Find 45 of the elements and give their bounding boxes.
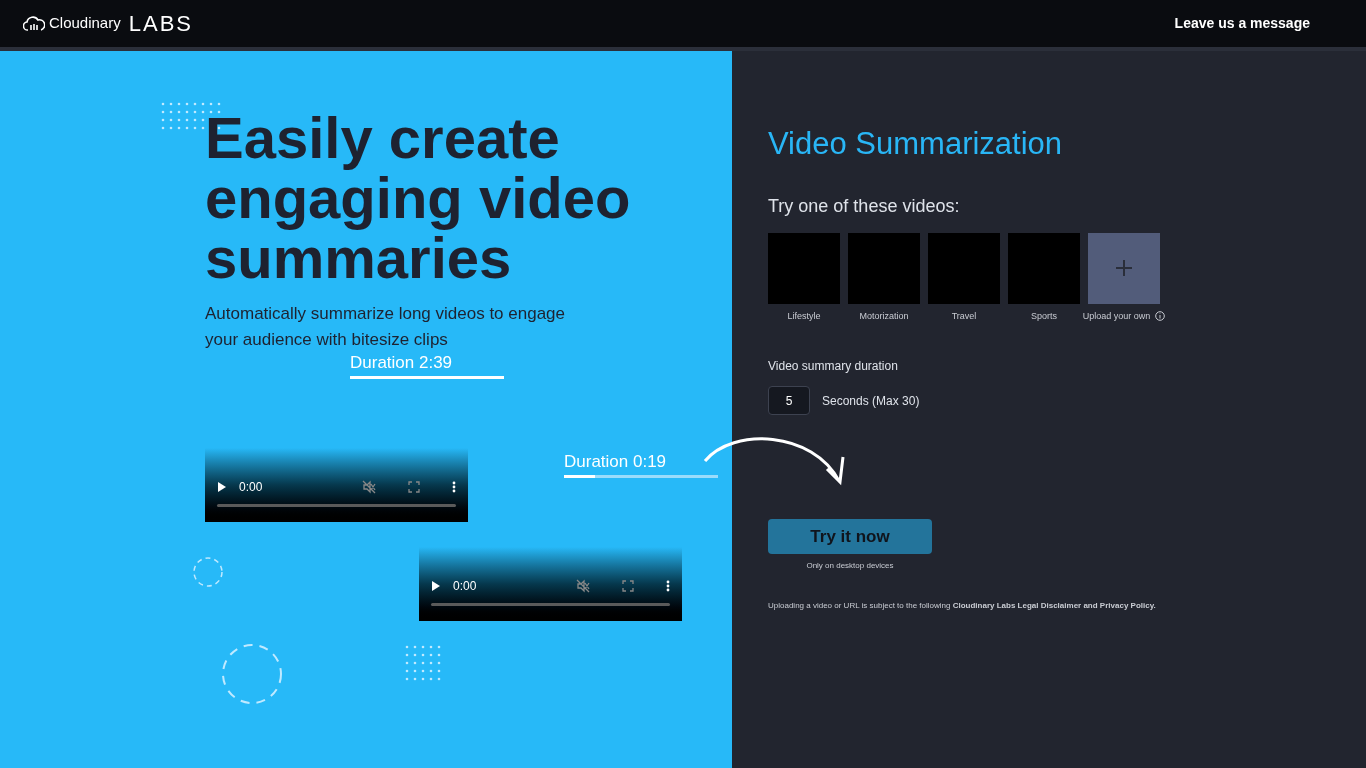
- try-now-button[interactable]: Try it now: [768, 519, 932, 554]
- fullscreen-icon[interactable]: [408, 481, 420, 493]
- video-thumbnail[interactable]: [848, 232, 920, 304]
- dashed-circle-icon: [192, 556, 224, 588]
- cloud-icon[interactable]: [23, 15, 45, 32]
- info-icon[interactable]: [1155, 311, 1166, 322]
- thumbnail-label: Travel: [951, 309, 977, 323]
- message-link[interactable]: Leave us a message: [1174, 13, 1310, 34]
- duration-unit: Seconds (Max 30): [822, 392, 920, 410]
- hero-title: Easily create engaging video summaries: [205, 108, 632, 288]
- thumbnail-label: Lifestyle: [787, 309, 821, 323]
- upload-tile[interactable]: [1088, 232, 1160, 304]
- curved-arrow-icon: [703, 435, 845, 487]
- desktop-note: Only on desktop devices: [805, 560, 895, 572]
- thumbnail-label: Motorization: [859, 309, 909, 323]
- play-icon[interactable]: [431, 580, 441, 592]
- mute-icon[interactable]: [576, 579, 590, 593]
- plus-icon: [1116, 260, 1132, 276]
- thumbnail-label: Upload your own: [1082, 309, 1151, 323]
- videos-prompt: Try one of these videos:: [768, 194, 961, 218]
- video-time: 0:00: [239, 479, 263, 496]
- mute-icon[interactable]: [362, 480, 376, 494]
- duration-setting-label: Video summary duration: [768, 358, 899, 375]
- video-thumbnail[interactable]: [1008, 232, 1080, 304]
- video-progress-track[interactable]: [217, 504, 456, 507]
- duration-input[interactable]: 5: [768, 386, 810, 415]
- more-icon[interactable]: [452, 481, 456, 493]
- video-progress-track[interactable]: [431, 603, 670, 606]
- duration-label: Duration 0:19: [564, 451, 668, 473]
- brand-name[interactable]: Cloudinary: [49, 12, 121, 35]
- play-icon[interactable]: [217, 481, 227, 493]
- video-thumbnail[interactable]: [928, 232, 1000, 304]
- video-player[interactable]: 0:00: [419, 547, 682, 621]
- hero-subtitle: Automatically summarize long videos to engage your audience with bitesize clips: [205, 303, 567, 351]
- video-player[interactable]: 0:00: [205, 448, 468, 522]
- dashed-circle-icon: [221, 643, 283, 705]
- more-icon[interactable]: [666, 580, 670, 592]
- panel-title: Video Summarization: [768, 125, 1064, 163]
- duration-label: Duration 2:39: [350, 352, 454, 374]
- legal-disclaimer: Uploading a video or URL is subject to the following Cloudinary Labs Legal Disclaimer and Privacy Policy.: [768, 600, 1157, 612]
- fullscreen-icon[interactable]: [622, 580, 634, 592]
- video-thumbnail[interactable]: [768, 232, 840, 304]
- thumbnail-label: Sports: [1031, 309, 1057, 323]
- brand-suffix[interactable]: LABS: [128, 7, 193, 40]
- video-time: 0:00: [453, 578, 477, 595]
